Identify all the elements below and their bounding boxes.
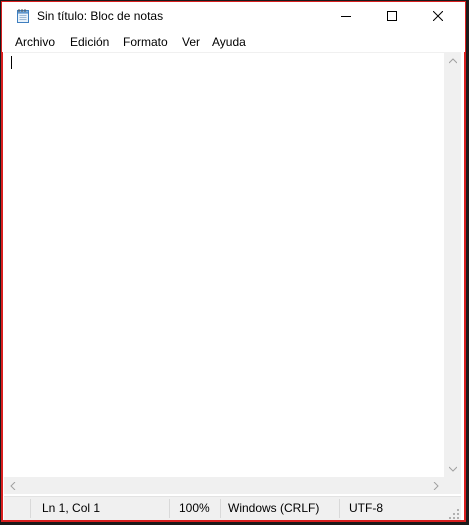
menu-edicion[interactable]: Edición [70, 35, 109, 49]
vertical-scrollbar[interactable] [444, 52, 461, 477]
close-button[interactable] [415, 2, 461, 32]
menu-ayuda[interactable]: Ayuda [212, 35, 246, 49]
text-editor[interactable] [4, 52, 444, 478]
status-bar: Ln 1, Col 1 100% Windows (CRLF) UTF-8 [4, 496, 461, 520]
text-caret [11, 56, 12, 69]
status-zoom: 100% [179, 501, 210, 515]
menu-ver[interactable]: Ver [182, 35, 200, 49]
horizontal-scrollbar[interactable] [4, 477, 444, 494]
scroll-down-icon[interactable] [444, 460, 461, 477]
title-bar[interactable]: Sin título: Bloc de notas [2, 2, 465, 32]
close-icon [432, 8, 444, 26]
notepad-icon [15, 8, 31, 24]
menu-bar: Archivo Edición Formato Ver Ayuda [2, 32, 465, 52]
scroll-left-icon[interactable] [4, 477, 21, 494]
window-title: Sin título: Bloc de notas [37, 9, 164, 23]
minimize-icon [341, 8, 351, 26]
menu-archivo[interactable]: Archivo [15, 35, 55, 49]
status-separator [339, 499, 340, 518]
status-encoding: UTF-8 [349, 501, 383, 515]
scroll-right-icon[interactable] [427, 477, 444, 494]
resize-grip-icon[interactable] [449, 508, 459, 519]
notepad-window: Sin título: Bloc de notas Archivo Edició… [1, 1, 466, 522]
status-separator [30, 499, 31, 518]
scroll-up-icon[interactable] [444, 52, 461, 69]
menu-formato[interactable]: Formato [123, 35, 168, 49]
maximize-icon [387, 8, 397, 26]
status-line-ending: Windows (CRLF) [228, 501, 320, 515]
status-cursor-position: Ln 1, Col 1 [42, 501, 101, 515]
status-separator [169, 499, 170, 518]
scrollbar-corner [444, 477, 461, 494]
status-separator [220, 499, 221, 518]
minimize-button[interactable] [323, 2, 369, 32]
maximize-button[interactable] [369, 2, 415, 32]
